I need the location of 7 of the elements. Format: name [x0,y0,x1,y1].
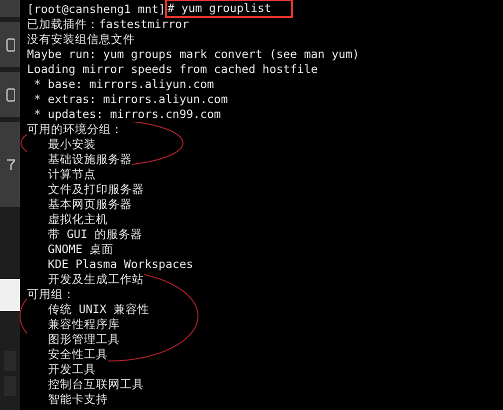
dropdown-field[interactable] [0,279,20,311]
document-icon [6,88,14,102]
document-icon [6,38,14,52]
sidebar-button[interactable] [0,72,20,117]
prompt-text: [root@cansheng1 mnt] [27,2,166,16]
sidebar-panel [0,0,20,17]
sidebar-button[interactable] [0,22,20,67]
